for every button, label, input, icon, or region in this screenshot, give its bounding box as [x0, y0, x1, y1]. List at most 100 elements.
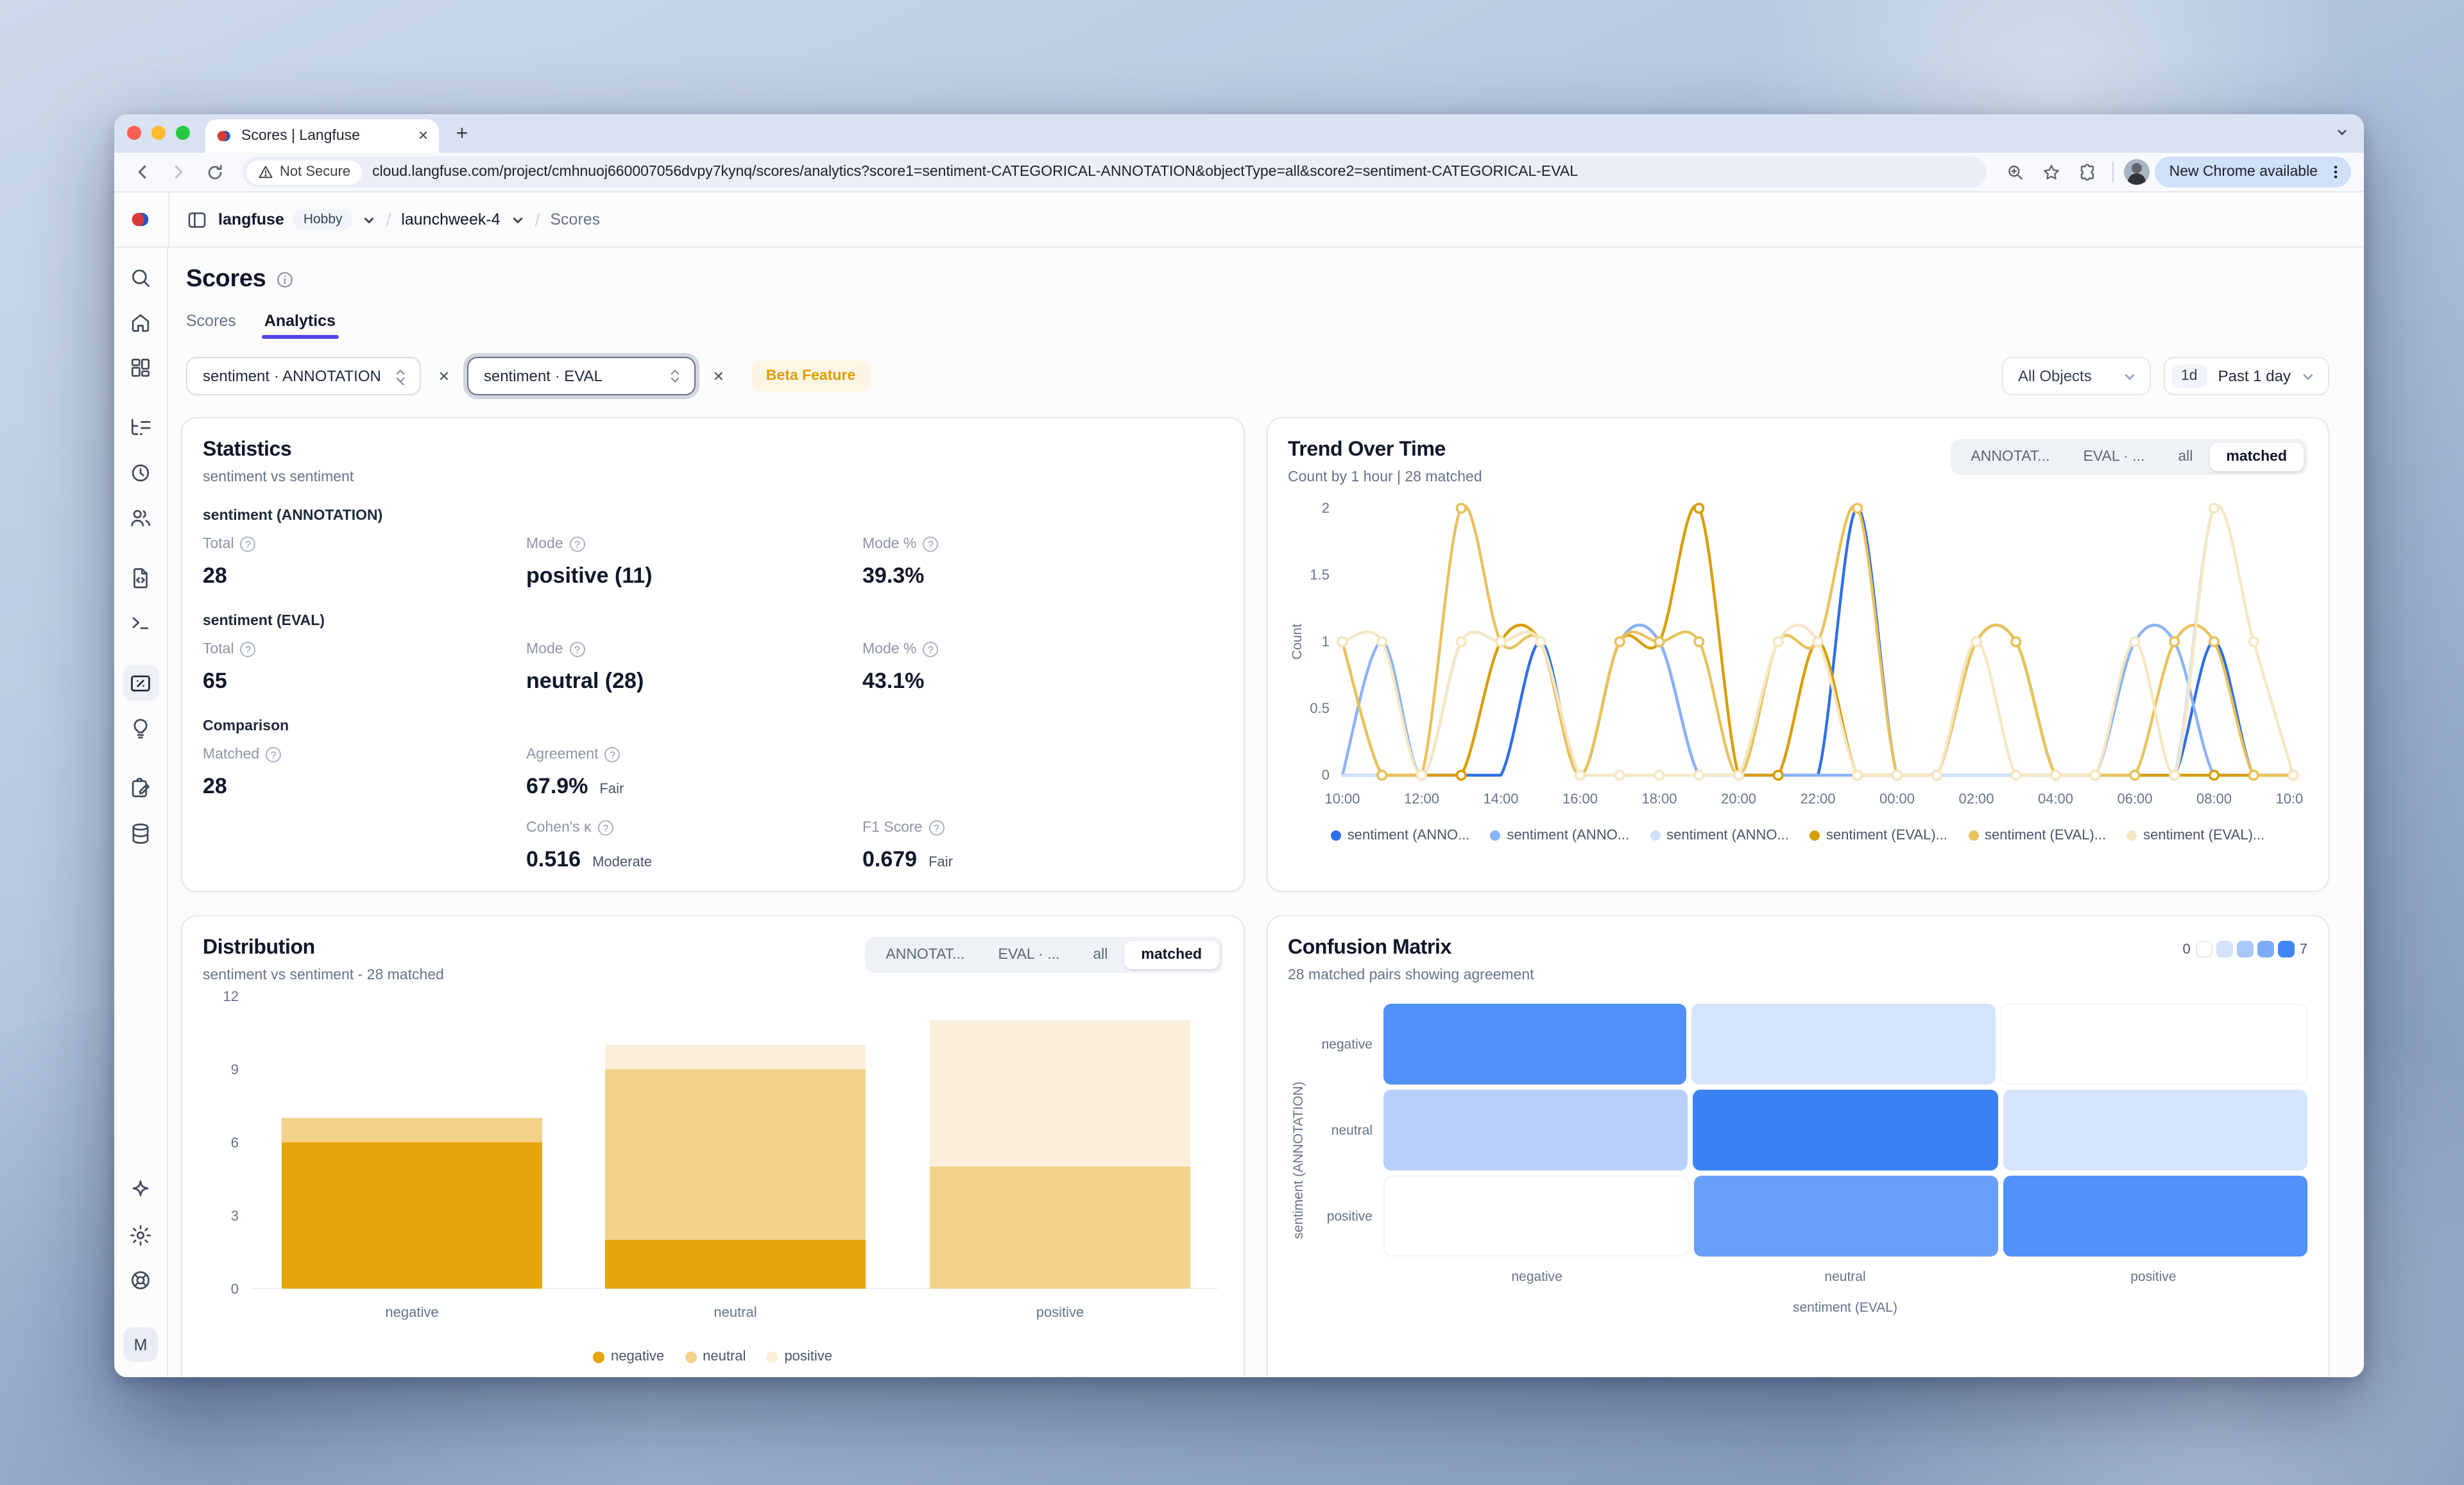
card-title: Confusion Matrix	[1288, 937, 1534, 960]
legend-item: negative	[593, 1349, 664, 1364]
score1-select[interactable]: sentiment · ANNOTATION	[186, 357, 421, 395]
stat-mode-pct: Mode %? 43.1%	[862, 642, 1222, 694]
svg-text:08:00: 08:00	[2196, 791, 2231, 807]
tab-scores[interactable]: Scores	[186, 312, 236, 339]
segment-option[interactable]: ANNOTAT...	[1954, 443, 2066, 471]
help-icon[interactable]: ?	[605, 747, 620, 762]
matrix-cell-negative-negative	[1383, 1004, 1687, 1085]
tab-analytics[interactable]: Analytics	[264, 312, 336, 339]
forward-icon[interactable]	[163, 157, 194, 187]
breadcrumb-project[interactable]: launchweek-4	[401, 210, 500, 228]
distribution-view-segmented-control: ANNOTAT...EVAL · ...allmatched	[865, 937, 1222, 973]
back-icon[interactable]	[127, 157, 158, 187]
chrome-update-pill[interactable]: New Chrome available	[2155, 157, 2351, 187]
matrix-col-label: positive	[1999, 1269, 2307, 1285]
object-type-select[interactable]: All Objects	[2001, 357, 2150, 395]
matrix-x-axis-label: sentiment (EVAL)	[1383, 1300, 2307, 1316]
card-subtitle: Count by 1 hour | 28 matched	[1288, 470, 1482, 485]
legend-item: sentiment (ANNO...	[1490, 828, 1629, 843]
card-title: Statistics	[203, 439, 1222, 462]
reload-icon[interactable]	[199, 157, 230, 187]
not-secure-chip[interactable]: Not Secure	[246, 160, 362, 184]
browser-toolbar: Not Secure cloud.langfuse.com/project/cm…	[114, 153, 2364, 193]
bookmark-star-icon[interactable]	[2036, 157, 2067, 187]
minimize-window-button[interactable]	[151, 125, 166, 139]
svg-text:12:00: 12:00	[1403, 791, 1439, 807]
sidebar-item-tracing-icon[interactable]	[123, 409, 158, 445]
sidebar-item-datasets-icon[interactable]	[123, 815, 158, 851]
sidebar-item-users-icon[interactable]	[123, 499, 158, 535]
segment-option[interactable]: all	[1076, 941, 1124, 969]
project-chevron-down-icon[interactable]	[511, 212, 525, 227]
sidebar-item-annotation-icon[interactable]	[123, 770, 158, 806]
matrix-row-label: positive	[1308, 1176, 1383, 1257]
new-tab-button[interactable]: +	[447, 119, 477, 150]
extensions-puzzle-icon[interactable]	[2072, 157, 2103, 187]
legend-item: sentiment (ANNO...	[1650, 828, 1789, 843]
info-icon[interactable]	[276, 271, 294, 289]
sidebar-item-evaluation-icon[interactable]	[123, 710, 158, 746]
close-window-button[interactable]	[127, 125, 141, 139]
browser-tab[interactable]: Scores | Langfuse ✕	[205, 119, 439, 153]
zoom-search-icon[interactable]	[2000, 157, 2031, 187]
remove-score1-icon[interactable]: ✕	[429, 361, 459, 391]
matrix-cell-negative-positive	[2001, 1004, 2307, 1085]
sidebar-item-playground-icon[interactable]	[123, 605, 158, 640]
chevron-down-icon	[2122, 369, 2136, 383]
help-icon[interactable]: ?	[570, 536, 585, 552]
help-icon[interactable]: ?	[923, 536, 938, 552]
matrix-cell-positive-positive	[2003, 1176, 2307, 1257]
segment-option[interactable]: all	[2161, 443, 2209, 471]
svg-text:1: 1	[1321, 633, 1329, 649]
toolbar-divider	[2113, 162, 2114, 182]
breadcrumb-org[interactable]: langfuse	[218, 210, 284, 228]
help-icon[interactable]: ?	[598, 820, 613, 836]
sidebar-toggle-icon[interactable]	[186, 209, 208, 230]
profile-avatar[interactable]	[2125, 159, 2150, 185]
help-icon[interactable]: ?	[928, 820, 944, 836]
stat-matched: Matched? 28	[203, 747, 526, 800]
warning-icon	[258, 164, 273, 180]
tab-list-chevron-down-icon[interactable]	[2336, 122, 2348, 145]
sidebar-item-scores-icon[interactable]	[123, 665, 158, 701]
help-icon[interactable]: ?	[923, 642, 938, 657]
matrix-cell-negative-neutral	[1692, 1004, 1996, 1085]
help-icon[interactable]: ?	[266, 747, 281, 762]
remove-score2-icon[interactable]: ✕	[703, 361, 734, 391]
segment-option[interactable]: EVAL · ...	[982, 941, 1077, 969]
sidebar-item-support-icon[interactable]	[123, 1262, 158, 1298]
svg-text:6: 6	[231, 1135, 239, 1151]
help-icon[interactable]: ?	[241, 536, 256, 552]
sidebar-item-home-icon[interactable]	[123, 304, 158, 340]
sidebar-item-settings-icon[interactable]	[123, 1217, 158, 1253]
org-chevron-down-icon[interactable]	[362, 212, 376, 227]
sidebar-item-prompts-icon[interactable]	[123, 560, 158, 596]
browser-menu-kebab-icon[interactable]	[2325, 162, 2346, 182]
url-bar[interactable]: Not Secure cloud.langfuse.com/project/cm…	[243, 157, 1987, 187]
confusion-matrix: sentiment (ANNOTATION) negativeneutralpo…	[1288, 1004, 2307, 1316]
date-range-select[interactable]: 1d Past 1 day	[2163, 357, 2329, 395]
score2-select[interactable]: sentiment · EVAL	[467, 357, 696, 395]
help-icon[interactable]: ?	[241, 642, 256, 657]
distribution-card: Distribution sentiment vs sentiment - 28…	[181, 915, 1244, 1377]
sidebar-item-sessions-icon[interactable]	[123, 454, 158, 490]
sidebar-item-dashboard-icon[interactable]	[123, 349, 158, 385]
legend-item: sentiment (EVAL)...	[1810, 828, 1947, 843]
segment-option[interactable]: matched	[2209, 443, 2304, 471]
stat-mode: Mode? positive (11)	[526, 536, 862, 589]
sidebar-item-search-icon[interactable]	[123, 259, 158, 295]
tab-close-icon[interactable]: ✕	[418, 129, 429, 143]
help-icon[interactable]: ?	[570, 642, 585, 657]
card-title: Trend Over Time	[1288, 439, 1482, 462]
segment-option[interactable]: EVAL · ...	[2067, 443, 2162, 471]
tab-favicon-langfuse-icon	[216, 127, 234, 145]
user-avatar[interactable]: M	[123, 1327, 158, 1362]
matrix-y-axis-label: sentiment (ANNOTATION)	[1290, 1081, 1306, 1238]
card-title: Distribution	[203, 937, 444, 960]
breadcrumb-separator: /	[386, 209, 391, 230]
browser-window: Scores | Langfuse ✕ + Not Secure	[114, 114, 2364, 1377]
segment-option[interactable]: matched	[1124, 941, 1219, 969]
sidebar-item-sparkle-icon[interactable]	[123, 1172, 158, 1208]
zoom-window-button[interactable]	[176, 125, 190, 139]
segment-option[interactable]: ANNOTAT...	[869, 941, 981, 969]
